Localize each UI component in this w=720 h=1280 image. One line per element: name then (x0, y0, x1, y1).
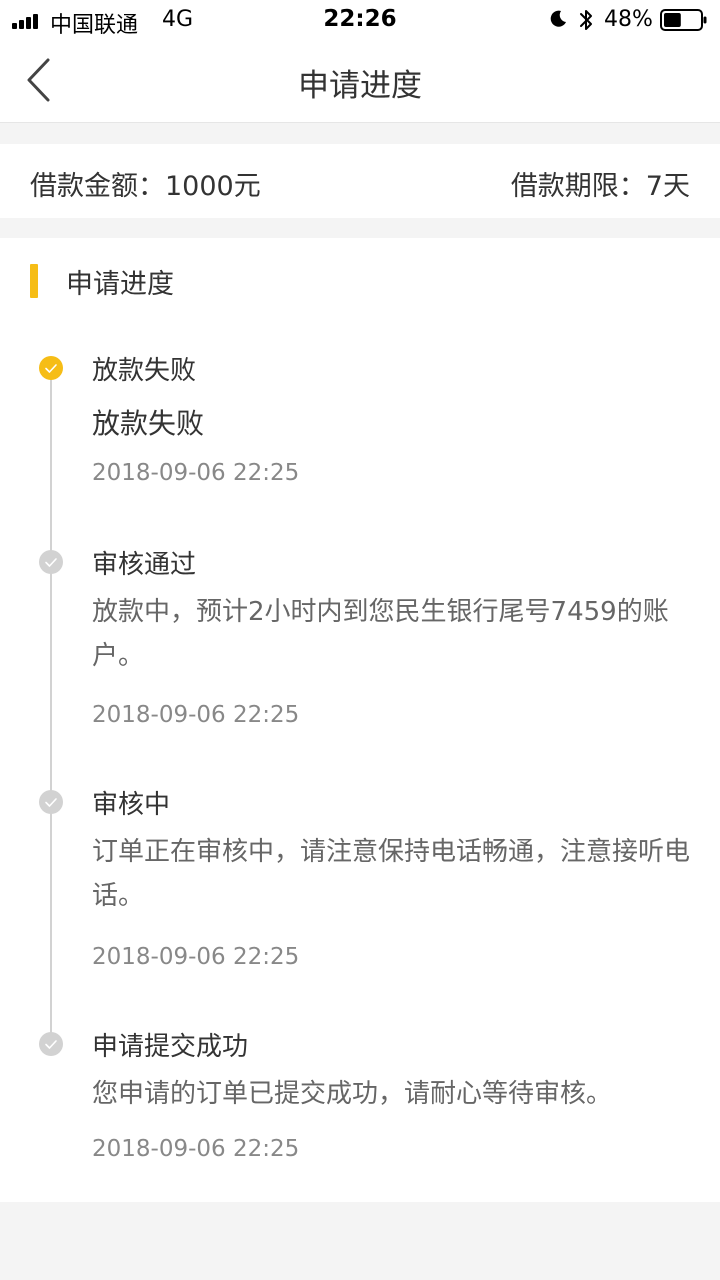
timeline-line (50, 368, 52, 1044)
loan-term: 借款期限：7天 (510, 171, 690, 202)
loan-amount: 借款金额：1000元 (30, 171, 261, 202)
check-circle-icon (39, 356, 63, 380)
step-description: 放款中，预计2小时内到您民生银行尾号7459的账户。 (92, 597, 669, 671)
bottom-background (0, 1202, 720, 1280)
step-title: 审核通过 (92, 550, 197, 580)
step-description: 您申请的订单已提交成功，请耐心等待审核。 (92, 1079, 613, 1109)
step-time: 2018-09-06 22:25 (92, 460, 300, 486)
check-circle-icon (39, 790, 63, 814)
step-title: 申请提交成功 (92, 1032, 249, 1062)
step-title: 审核中 (92, 790, 171, 820)
chevron-left-icon (27, 58, 50, 102)
screen: 中国联通 4G 22:26 48% 申请进度 借款金额：1000元 借款期限：7… (0, 0, 720, 1280)
battery-percent: 48% (604, 7, 653, 32)
page-title: 申请进度 (298, 68, 422, 104)
check-circle-icon (39, 550, 63, 574)
status-bar: 中国联通 4G 22:26 48% (0, 0, 720, 40)
progress-card: 申请进度 放款失败 放款失败 2018-09-06 22:25 审核通过 放款中… (0, 238, 720, 1202)
step-description: 放款失败 (92, 407, 205, 440)
section-title: 申请进度 (66, 269, 174, 300)
navigation-bar: 申请进度 (0, 40, 720, 123)
moon-icon (550, 10, 566, 27)
battery-icon (660, 9, 707, 31)
step-time: 2018-09-06 22:25 (92, 944, 300, 970)
step-time: 2018-09-06 22:25 (92, 1136, 300, 1162)
step-title: 放款失败 (92, 356, 197, 386)
step-time: 2018-09-06 22:25 (92, 702, 300, 728)
loan-summary: 借款金额：1000元 借款期限：7天 (0, 144, 720, 218)
check-circle-icon (39, 1032, 63, 1056)
back-button[interactable] (14, 50, 74, 110)
section-accent-bar (30, 264, 38, 298)
step-description: 订单正在审核中，请注意保持电话畅通，注意接听电话。 (92, 837, 691, 911)
bluetooth-icon (580, 10, 592, 30)
